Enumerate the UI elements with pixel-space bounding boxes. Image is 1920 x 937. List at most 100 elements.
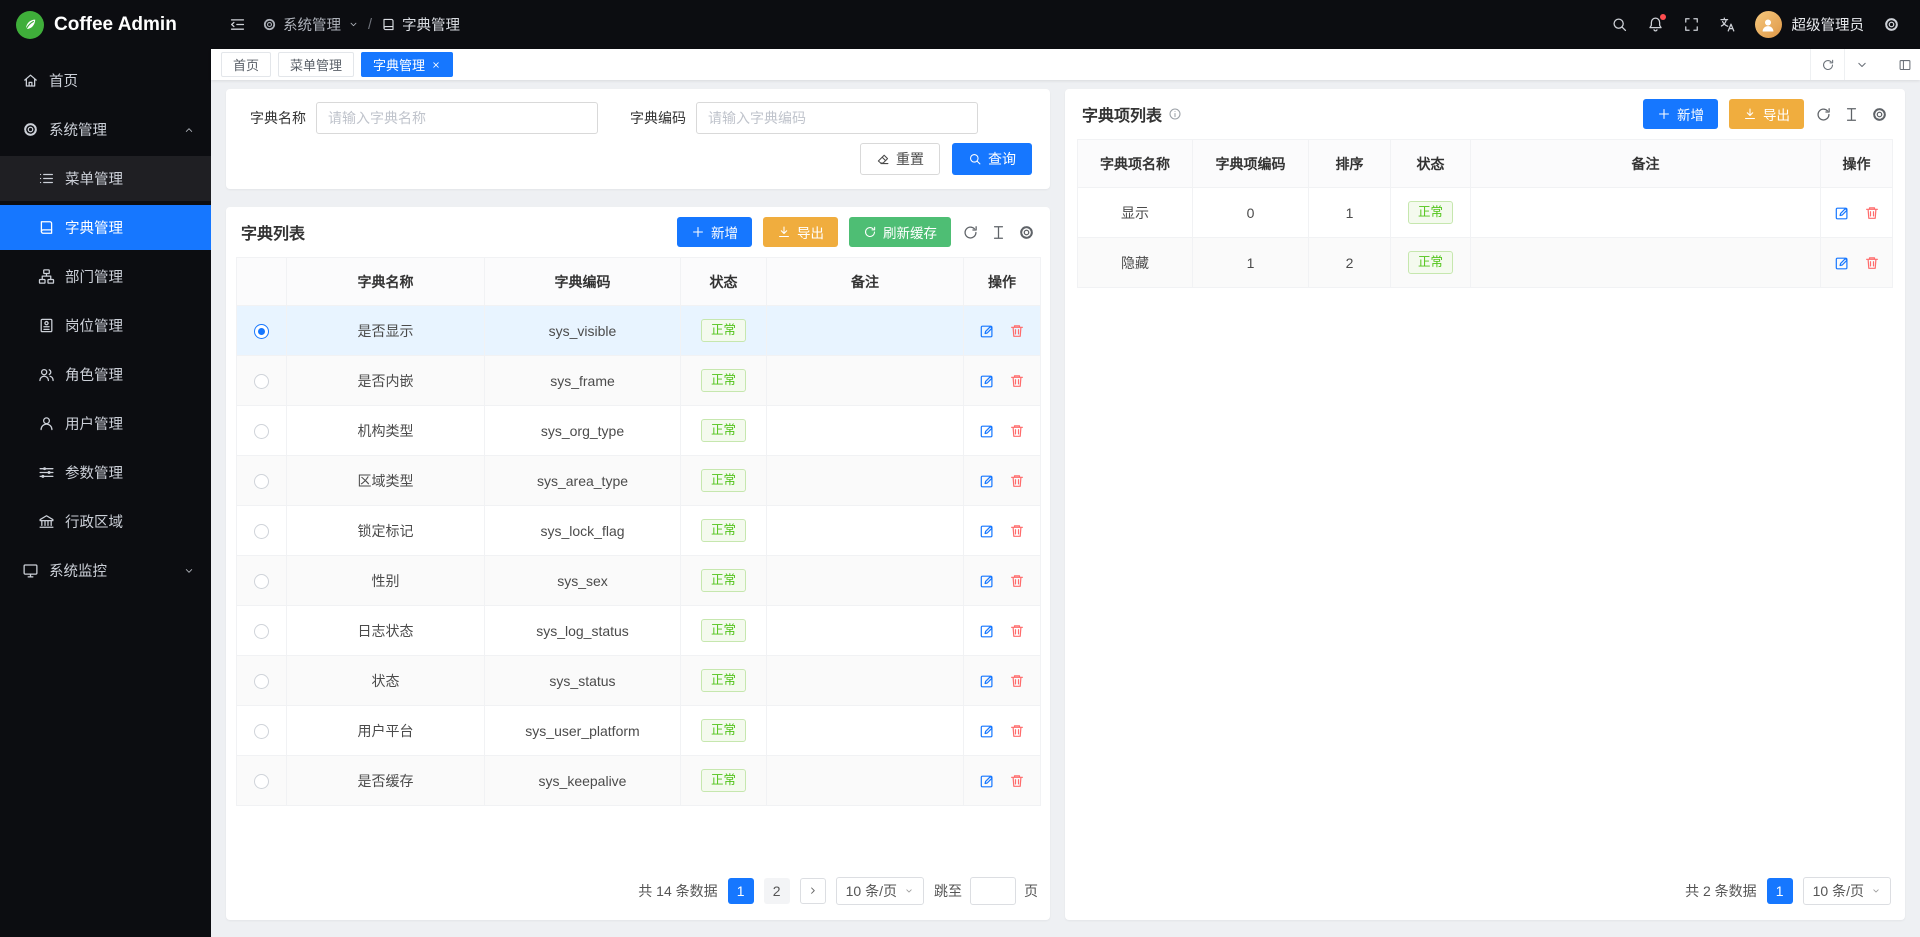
edit-icon[interactable] [979,673,995,689]
dict-row[interactable]: 日志状态sys_log_status正常 [237,606,1041,656]
next-page-button[interactable] [800,878,826,904]
dict-row[interactable]: 区域类型sys_area_type正常 [237,456,1041,506]
dict-item-row[interactable]: 隐藏12正常 [1078,238,1893,288]
tab-menu-management[interactable]: 菜单管理 [278,52,354,77]
export-dict-button[interactable]: 导出 [763,217,838,247]
delete-icon[interactable] [1009,373,1025,389]
edit-icon[interactable] [1834,255,1850,271]
page-size-select[interactable]: 10 条/页 [1803,877,1891,905]
edit-icon[interactable] [979,323,995,339]
sidebar-item-dept-management[interactable]: 部门管理 [0,254,211,299]
dict-name-input[interactable] [316,102,598,134]
sidebar-item-menu-management[interactable]: 菜单管理 [0,156,211,201]
translate-icon[interactable] [1719,16,1736,33]
info-icon[interactable] [1168,107,1182,121]
dict-row[interactable]: 是否缓存sys_keepalive正常 [237,756,1041,806]
menu-collapse-button[interactable] [229,16,246,33]
app-logo[interactable]: Coffee Admin [0,0,211,49]
delete-icon[interactable] [1009,573,1025,589]
export-item-button[interactable]: 导出 [1729,99,1804,129]
tab-options-button[interactable] [1844,49,1878,80]
sidebar-item-system-monitor[interactable]: 系统监控 [0,548,211,593]
page-number-1[interactable]: 1 [1767,878,1793,904]
page-size-select[interactable]: 10 条/页 [836,877,924,905]
dict-item-row[interactable]: 显示01正常 [1078,188,1893,238]
dict-row[interactable]: 性别sys_sex正常 [237,556,1041,606]
row-radio[interactable] [254,424,269,439]
close-icon[interactable] [431,60,441,70]
column-settings-icon[interactable] [1018,224,1035,241]
edit-icon[interactable] [979,723,995,739]
refresh-table-icon[interactable] [962,224,979,241]
search-icon[interactable] [1611,16,1628,33]
delete-icon[interactable] [1009,623,1025,639]
breadcrumb-item-system[interactable]: 系统管理 [262,14,359,35]
refresh-table-icon[interactable] [1815,106,1832,123]
sidebar-item-role-management[interactable]: 角色管理 [0,352,211,397]
delete-icon[interactable] [1009,773,1025,789]
row-radio[interactable] [254,574,269,589]
sidebar-item-post-management[interactable]: 岗位管理 [0,303,211,348]
sidebar-item-dict-management[interactable]: 字典管理 [0,205,211,250]
column-height-icon[interactable] [990,224,1007,241]
row-radio[interactable] [254,474,269,489]
row-radio[interactable] [254,524,269,539]
edit-icon[interactable] [979,473,995,489]
sidebar-item-admin-region[interactable]: 行政区域 [0,499,211,544]
delete-icon[interactable] [1009,523,1025,539]
settings-gear-icon[interactable] [1883,16,1900,33]
page-jump-input[interactable] [970,877,1016,905]
status-badge: 正常 [701,569,746,592]
edit-icon[interactable] [979,623,995,639]
delete-icon[interactable] [1864,205,1880,221]
row-radio[interactable] [254,774,269,789]
column-settings-icon[interactable] [1871,106,1888,123]
sidebar-item-system-management[interactable]: 系统管理 [0,107,211,152]
fullscreen-icon[interactable] [1683,16,1700,33]
edit-icon[interactable] [979,573,995,589]
query-button[interactable]: 查询 [952,143,1032,175]
refresh-page-button[interactable] [1810,49,1844,80]
sidebar-item-home[interactable]: 首页 [0,58,211,103]
row-radio[interactable] [254,374,269,389]
tab-home[interactable]: 首页 [221,52,271,77]
delete-icon[interactable] [1009,723,1025,739]
row-radio[interactable] [254,324,269,339]
row-radio[interactable] [254,674,269,689]
dict-row[interactable]: 是否内嵌sys_frame正常 [237,356,1041,406]
layout-toggle-button[interactable] [1890,49,1920,80]
add-dict-button[interactable]: 新增 [677,217,752,247]
page-number-2[interactable]: 2 [764,878,790,904]
page-number-1[interactable]: 1 [728,878,754,904]
delete-icon[interactable] [1009,423,1025,439]
tab-dict-management[interactable]: 字典管理 [361,52,453,77]
row-radio[interactable] [254,724,269,739]
delete-icon[interactable] [1009,473,1025,489]
column-height-icon[interactable] [1843,106,1860,123]
dict-row[interactable]: 锁定标记sys_lock_flag正常 [237,506,1041,556]
dict-row[interactable]: 状态sys_status正常 [237,656,1041,706]
avatar[interactable] [1755,11,1782,38]
edit-icon[interactable] [979,523,995,539]
edit-icon[interactable] [1834,205,1850,221]
refresh-cache-button[interactable]: 刷新缓存 [849,217,951,247]
dict-row[interactable]: 是否显示sys_visible正常 [237,306,1041,356]
status-badge: 正常 [701,369,746,392]
sidebar-item-param-management[interactable]: 参数管理 [0,450,211,495]
dict-row[interactable]: 用户平台sys_user_platform正常 [237,706,1041,756]
dict-row[interactable]: 机构类型sys_org_type正常 [237,406,1041,456]
dict-code-input[interactable] [696,102,978,134]
delete-icon[interactable] [1009,673,1025,689]
delete-icon[interactable] [1864,255,1880,271]
add-item-button[interactable]: 新增 [1643,99,1718,129]
edit-icon[interactable] [979,773,995,789]
breadcrumb-item-dict[interactable]: 字典管理 [381,14,460,35]
edit-icon[interactable] [979,373,995,389]
edit-icon[interactable] [979,423,995,439]
reset-button[interactable]: 重置 [860,143,940,175]
user-name[interactable]: 超级管理员 [1792,14,1865,35]
delete-icon[interactable] [1009,323,1025,339]
notifications-button[interactable] [1647,16,1664,33]
sidebar-item-user-management[interactable]: 用户管理 [0,401,211,446]
row-radio[interactable] [254,624,269,639]
